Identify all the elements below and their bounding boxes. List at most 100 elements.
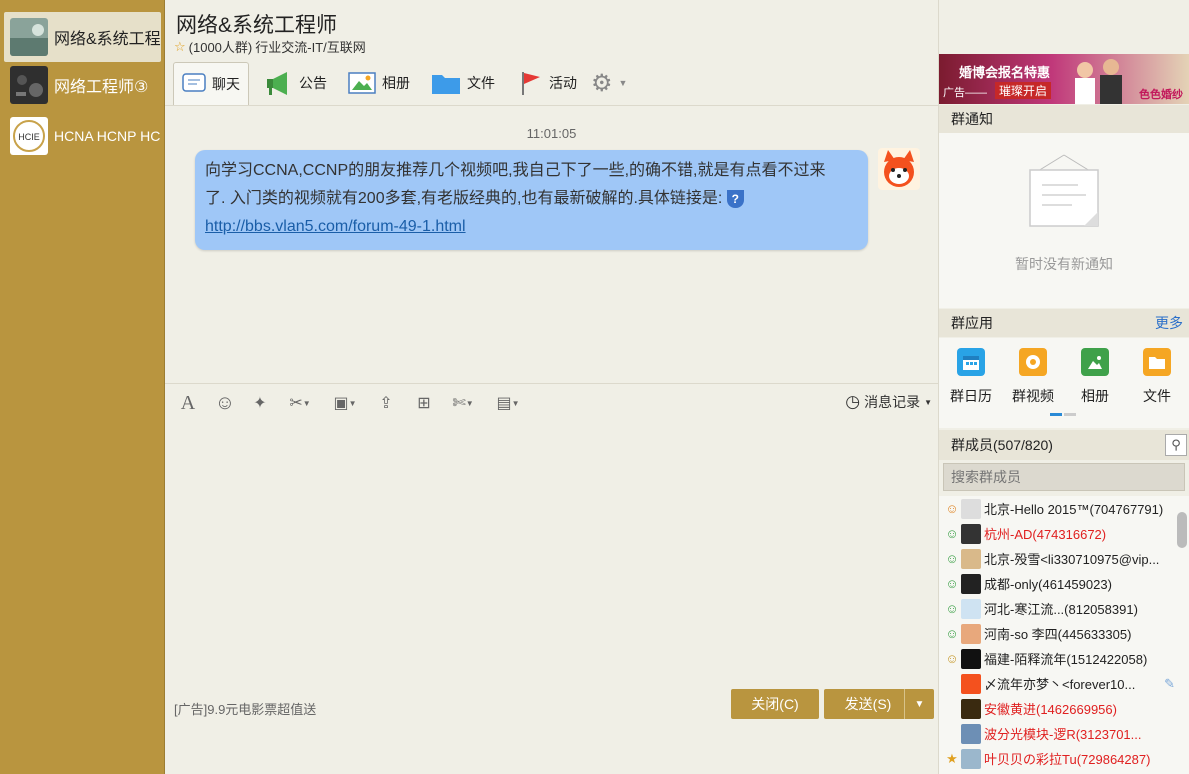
notice-panel: 暂时没有新通知 <box>939 133 1189 308</box>
flag-icon <box>522 72 540 95</box>
close-button[interactable]: 关闭(C) <box>731 689 819 719</box>
send-button[interactable]: 发送(S) ▼ <box>824 689 934 719</box>
chevron-down-icon: ▼ <box>924 397 932 407</box>
group-avatar <box>10 18 48 56</box>
qq-group-chat-window: 网络&系统工程 网络工程师③ HCIE HCNA HCNP HC 网络&系统工程… <box>0 0 1189 774</box>
members-header: 群成员(507/820) ⚲ <box>939 430 1189 460</box>
member-item[interactable]: ☺ 河南-so 李四(445633305) <box>939 621 1175 646</box>
message-text-line: 向学习CCNA,CCNP的朋友推荐几个视频吧,我自己下了一些,的确不错,就是有点… <box>205 162 826 179</box>
member-item[interactable]: ☺ 成都-only(461459023) <box>939 571 1175 596</box>
avatar <box>961 498 981 519</box>
album-icon <box>348 72 376 94</box>
conversation-name: 网络工程师③ <box>54 79 149 96</box>
group-title: 网络&系统工程师 <box>176 14 338 37</box>
calendar-icon <box>957 348 985 376</box>
app-video[interactable]: 群视频 <box>1008 348 1058 406</box>
banner-headline: 婚博会报名特惠 <box>959 65 1051 80</box>
message-input[interactable]: [广告]9.9元电影票超值送 关闭(C) 发送(S) ▼ <box>165 421 938 728</box>
admin-icon: ☺ <box>945 501 959 516</box>
main-panel: 网络&系统工程师 ☆ (1000人群) 行业交流-IT/互联网 举报 ▼ ▁ ☐… <box>165 0 1189 774</box>
member-icon: ☺ <box>945 576 959 591</box>
font-icon[interactable]: A <box>177 392 199 414</box>
video-icon <box>1019 348 1047 376</box>
tab-album[interactable]: 相册 <box>340 62 418 104</box>
message-link[interactable]: http://bbs.vlan5.com/forum-49-1.html <box>205 218 466 235</box>
folder-icon <box>1143 348 1171 376</box>
avatar <box>961 623 981 644</box>
conversation-item-hcna[interactable]: HCIE HCNA HCNP HC <box>4 111 161 161</box>
ad-link[interactable]: [广告]9.9元电影票超值送 <box>174 699 316 718</box>
avatar <box>961 698 981 719</box>
banner-ad-tag: 广告—— <box>943 87 987 99</box>
image-icon[interactable]: ▣ ▼ <box>327 392 363 414</box>
gear-icon: ⚙ <box>591 69 613 97</box>
more-apps-link[interactable]: 更多 <box>1155 313 1183 333</box>
shield-question-icon[interactable]: ? <box>726 190 744 208</box>
group-category[interactable]: 行业交流-IT/互联网 <box>255 37 366 56</box>
settings-menu[interactable]: ⚙ ▼ <box>583 62 635 104</box>
screenshot-icon[interactable]: ✂ ▼ <box>282 392 318 414</box>
ad-banner[interactable]: 婚博会报名特惠 广告—— 璀璨开启 色色婚纱 <box>939 54 1189 104</box>
tab-files[interactable]: 文件 <box>423 62 503 104</box>
magic-wand-icon[interactable]: ✦ <box>249 392 271 414</box>
group-size: (1000人群) <box>188 40 253 55</box>
member-list: ☺ 北京-Hello 2015™(704767791) ☺ 杭州-AD(474316… <box>939 496 1189 774</box>
avatar <box>961 548 981 569</box>
conversation-item-network-engineer[interactable]: 网络工程师③ <box>4 60 161 110</box>
avatar <box>961 573 981 594</box>
banner-brand: 色色婚纱 <box>1139 89 1183 101</box>
sender-avatar[interactable] <box>878 148 920 190</box>
notice-empty-text: 暂时没有新通知 <box>1015 256 1113 272</box>
conversation-item-network-system[interactable]: 网络&系统工程 <box>4 12 161 62</box>
search-icon[interactable]: ⚲ <box>1165 434 1187 456</box>
send-options-icon[interactable]: ▼ <box>904 689 934 719</box>
member-item[interactable]: ☺ 北京-殁雪<li330710975@vip... <box>939 546 1175 571</box>
member-icon: ☺ <box>945 626 959 641</box>
chat-icon <box>182 73 206 92</box>
tab-chat[interactable]: 聊天 <box>173 62 249 105</box>
input-toolbar: A ☺ ✦ ✂ ▼ ▣ ▼ ⇪ ⊞ ✄ ▼ ▤ ▼ ◷ 消息记录 ▼ <box>165 383 938 421</box>
message-history-button[interactable]: ◷ 消息记录 ▼ <box>845 392 932 412</box>
group-avatar <box>10 66 48 104</box>
chevron-down-icon: ▼ <box>618 78 628 88</box>
member-item[interactable]: ★ 叶贝贝の彩拉Tu(729864287) <box>939 746 1175 771</box>
group-apps: 群日历 群视频 相册 文件 <box>939 338 1189 428</box>
message-text-line: 了. 入门类的视频就有200多套,有老版经典的,也有最新破解的.具体链接是: ? <box>205 185 858 213</box>
conversation-name: HCNA HCNP HC <box>54 128 161 144</box>
member-icon: ☺ <box>945 651 959 666</box>
star-icon: ☆ <box>174 38 186 54</box>
avatar <box>961 648 981 669</box>
scissors-icon[interactable]: ✄ ▼ <box>445 392 481 414</box>
card-icon[interactable]: ▤ ▼ <box>490 392 526 414</box>
apps-page-indicator[interactable] <box>1050 413 1076 416</box>
conversation-list: 网络&系统工程 网络工程师③ HCIE HCNA HCNP HC <box>0 0 165 774</box>
member-item[interactable]: 波分光模块-逻R(3123701... <box>939 721 1175 746</box>
app-calendar[interactable]: 群日历 <box>946 348 996 406</box>
avatar <box>961 523 981 544</box>
app-files[interactable]: 文件 <box>1132 348 1182 406</box>
upload-icon[interactable]: ⇪ <box>375 392 397 414</box>
tab-announcement[interactable]: 公告 <box>257 62 335 104</box>
member-item[interactable]: ☺ 杭州-AD(474316672) <box>939 521 1175 546</box>
gift-icon[interactable]: ⊞ <box>413 392 435 414</box>
member-item[interactable]: 〆流年亦梦丶<forever10... ✎ <box>939 671 1175 696</box>
group-avatar: HCIE <box>10 117 48 155</box>
emoji-icon[interactable]: ☺ <box>214 392 236 414</box>
member-item[interactable]: ☺ 河北-寒江流...(812058391) <box>939 596 1175 621</box>
member-search-input[interactable] <box>943 463 1185 491</box>
member-item[interactable]: ☺ 北京-Hello 2015™(704767791) <box>939 496 1175 521</box>
couple-photo <box>1075 59 1122 104</box>
member-list-scrollbar[interactable] <box>1177 512 1187 548</box>
member-item[interactable]: ☺ 福建-陌释流年(1512422058) <box>939 646 1175 671</box>
folder-icon <box>432 75 460 94</box>
member-icon: ☺ <box>945 601 959 616</box>
tab-activity[interactable]: 活动 <box>509 62 585 104</box>
app-album[interactable]: 相册 <box>1070 348 1120 406</box>
member-icon: ☺ <box>945 526 959 541</box>
star-icon: ★ <box>946 750 958 766</box>
conversation-name: 网络&系统工程 <box>54 31 161 48</box>
member-item[interactable]: 安徽黄进(1462669956) <box>939 696 1175 721</box>
edit-icon[interactable]: ✎ <box>1164 676 1175 692</box>
svg-text:HCIE: HCIE <box>18 132 40 142</box>
message-bubble: 向学习CCNA,CCNP的朋友推荐几个视频吧,我自己下了一些,的确不错,就是有点… <box>195 150 868 250</box>
